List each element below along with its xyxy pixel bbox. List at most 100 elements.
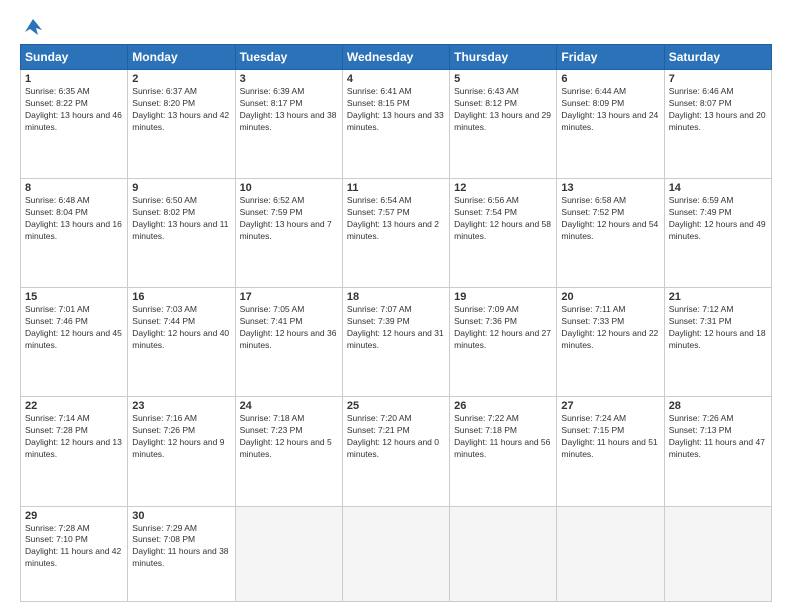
calendar-table: SundayMondayTuesdayWednesdayThursdayFrid…: [20, 44, 772, 602]
day-number: 8: [25, 182, 123, 194]
calendar-cell: 21 Sunrise: 7:12 AMSunset: 7:31 PMDaylig…: [664, 288, 771, 397]
calendar-cell: 1 Sunrise: 6:35 AMSunset: 8:22 PMDayligh…: [21, 70, 128, 179]
day-number: 15: [25, 291, 123, 303]
day-info: Sunrise: 7:09 AMSunset: 7:36 PMDaylight:…: [454, 304, 551, 350]
weekday-header-friday: Friday: [557, 45, 664, 70]
page: SundayMondayTuesdayWednesdayThursdayFrid…: [0, 0, 792, 612]
weekday-header-wednesday: Wednesday: [342, 45, 449, 70]
day-number: 7: [669, 73, 767, 85]
day-info: Sunrise: 6:44 AMSunset: 8:09 PMDaylight:…: [561, 86, 658, 132]
calendar-cell: [450, 506, 557, 602]
weekday-header-saturday: Saturday: [664, 45, 771, 70]
weekday-header-thursday: Thursday: [450, 45, 557, 70]
calendar-cell: 29 Sunrise: 7:28 AMSunset: 7:10 PMDaylig…: [21, 506, 128, 602]
logo-bird-icon: [22, 16, 44, 38]
logo: [20, 16, 44, 38]
calendar-cell: 2 Sunrise: 6:37 AMSunset: 8:20 PMDayligh…: [128, 70, 235, 179]
day-number: 17: [240, 291, 338, 303]
day-info: Sunrise: 6:43 AMSunset: 8:12 PMDaylight:…: [454, 86, 551, 132]
calendar-cell: [342, 506, 449, 602]
calendar-cell: 30 Sunrise: 7:29 AMSunset: 7:08 PMDaylig…: [128, 506, 235, 602]
day-number: 26: [454, 400, 552, 412]
calendar-week-4: 22 Sunrise: 7:14 AMSunset: 7:28 PMDaylig…: [21, 397, 772, 506]
calendar-cell: 18 Sunrise: 7:07 AMSunset: 7:39 PMDaylig…: [342, 288, 449, 397]
day-number: 19: [454, 291, 552, 303]
weekday-header-sunday: Sunday: [21, 45, 128, 70]
day-number: 6: [561, 73, 659, 85]
calendar-cell: 8 Sunrise: 6:48 AMSunset: 8:04 PMDayligh…: [21, 179, 128, 288]
weekday-header-tuesday: Tuesday: [235, 45, 342, 70]
day-info: Sunrise: 7:05 AMSunset: 7:41 PMDaylight:…: [240, 304, 337, 350]
day-info: Sunrise: 6:52 AMSunset: 7:59 PMDaylight:…: [240, 195, 332, 241]
day-info: Sunrise: 7:22 AMSunset: 7:18 PMDaylight:…: [454, 413, 550, 459]
day-info: Sunrise: 7:29 AMSunset: 7:08 PMDaylight:…: [132, 523, 228, 569]
day-info: Sunrise: 6:46 AMSunset: 8:07 PMDaylight:…: [669, 86, 766, 132]
day-number: 27: [561, 400, 659, 412]
calendar-cell: 9 Sunrise: 6:50 AMSunset: 8:02 PMDayligh…: [128, 179, 235, 288]
calendar-cell: 7 Sunrise: 6:46 AMSunset: 8:07 PMDayligh…: [664, 70, 771, 179]
calendar-cell: 25 Sunrise: 7:20 AMSunset: 7:21 PMDaylig…: [342, 397, 449, 506]
day-info: Sunrise: 7:12 AMSunset: 7:31 PMDaylight:…: [669, 304, 766, 350]
day-info: Sunrise: 7:26 AMSunset: 7:13 PMDaylight:…: [669, 413, 765, 459]
calendar-cell: 20 Sunrise: 7:11 AMSunset: 7:33 PMDaylig…: [557, 288, 664, 397]
weekday-header-row: SundayMondayTuesdayWednesdayThursdayFrid…: [21, 45, 772, 70]
day-info: Sunrise: 6:48 AMSunset: 8:04 PMDaylight:…: [25, 195, 122, 241]
calendar-cell: 23 Sunrise: 7:16 AMSunset: 7:26 PMDaylig…: [128, 397, 235, 506]
day-info: Sunrise: 6:35 AMSunset: 8:22 PMDaylight:…: [25, 86, 122, 132]
calendar-cell: 11 Sunrise: 6:54 AMSunset: 7:57 PMDaylig…: [342, 179, 449, 288]
calendar-cell: 16 Sunrise: 7:03 AMSunset: 7:44 PMDaylig…: [128, 288, 235, 397]
calendar-week-3: 15 Sunrise: 7:01 AMSunset: 7:46 PMDaylig…: [21, 288, 772, 397]
day-number: 4: [347, 73, 445, 85]
calendar-cell: 10 Sunrise: 6:52 AMSunset: 7:59 PMDaylig…: [235, 179, 342, 288]
day-number: 13: [561, 182, 659, 194]
calendar-cell: 28 Sunrise: 7:26 AMSunset: 7:13 PMDaylig…: [664, 397, 771, 506]
day-number: 10: [240, 182, 338, 194]
day-number: 5: [454, 73, 552, 85]
calendar-cell: 24 Sunrise: 7:18 AMSunset: 7:23 PMDaylig…: [235, 397, 342, 506]
day-number: 11: [347, 182, 445, 194]
calendar-cell: 17 Sunrise: 7:05 AMSunset: 7:41 PMDaylig…: [235, 288, 342, 397]
calendar-week-1: 1 Sunrise: 6:35 AMSunset: 8:22 PMDayligh…: [21, 70, 772, 179]
header: [20, 16, 772, 38]
day-number: 9: [132, 182, 230, 194]
calendar-cell: 14 Sunrise: 6:59 AMSunset: 7:49 PMDaylig…: [664, 179, 771, 288]
calendar-cell: 6 Sunrise: 6:44 AMSunset: 8:09 PMDayligh…: [557, 70, 664, 179]
calendar-cell: 13 Sunrise: 6:58 AMSunset: 7:52 PMDaylig…: [557, 179, 664, 288]
day-number: 18: [347, 291, 445, 303]
calendar-cell: 22 Sunrise: 7:14 AMSunset: 7:28 PMDaylig…: [21, 397, 128, 506]
day-info: Sunrise: 6:50 AMSunset: 8:02 PMDaylight:…: [132, 195, 228, 241]
day-number: 21: [669, 291, 767, 303]
calendar-cell: 12 Sunrise: 6:56 AMSunset: 7:54 PMDaylig…: [450, 179, 557, 288]
day-info: Sunrise: 7:01 AMSunset: 7:46 PMDaylight:…: [25, 304, 122, 350]
calendar-cell: [664, 506, 771, 602]
day-number: 30: [132, 510, 230, 522]
calendar-week-5: 29 Sunrise: 7:28 AMSunset: 7:10 PMDaylig…: [21, 506, 772, 602]
day-number: 28: [669, 400, 767, 412]
calendar-cell: [235, 506, 342, 602]
calendar-body: 1 Sunrise: 6:35 AMSunset: 8:22 PMDayligh…: [21, 70, 772, 602]
calendar-cell: 5 Sunrise: 6:43 AMSunset: 8:12 PMDayligh…: [450, 70, 557, 179]
day-info: Sunrise: 7:28 AMSunset: 7:10 PMDaylight:…: [25, 523, 121, 569]
day-info: Sunrise: 6:39 AMSunset: 8:17 PMDaylight:…: [240, 86, 337, 132]
calendar-cell: 26 Sunrise: 7:22 AMSunset: 7:18 PMDaylig…: [450, 397, 557, 506]
day-info: Sunrise: 7:14 AMSunset: 7:28 PMDaylight:…: [25, 413, 122, 459]
day-number: 23: [132, 400, 230, 412]
day-info: Sunrise: 6:56 AMSunset: 7:54 PMDaylight:…: [454, 195, 551, 241]
day-number: 14: [669, 182, 767, 194]
day-number: 25: [347, 400, 445, 412]
day-number: 12: [454, 182, 552, 194]
day-number: 20: [561, 291, 659, 303]
day-info: Sunrise: 6:41 AMSunset: 8:15 PMDaylight:…: [347, 86, 444, 132]
calendar-cell: 27 Sunrise: 7:24 AMSunset: 7:15 PMDaylig…: [557, 397, 664, 506]
day-info: Sunrise: 6:59 AMSunset: 7:49 PMDaylight:…: [669, 195, 766, 241]
day-number: 22: [25, 400, 123, 412]
calendar-cell: 15 Sunrise: 7:01 AMSunset: 7:46 PMDaylig…: [21, 288, 128, 397]
day-info: Sunrise: 7:18 AMSunset: 7:23 PMDaylight:…: [240, 413, 332, 459]
day-info: Sunrise: 6:54 AMSunset: 7:57 PMDaylight:…: [347, 195, 439, 241]
day-info: Sunrise: 7:24 AMSunset: 7:15 PMDaylight:…: [561, 413, 657, 459]
day-number: 1: [25, 73, 123, 85]
day-info: Sunrise: 6:37 AMSunset: 8:20 PMDaylight:…: [132, 86, 229, 132]
weekday-header-monday: Monday: [128, 45, 235, 70]
day-info: Sunrise: 7:11 AMSunset: 7:33 PMDaylight:…: [561, 304, 658, 350]
day-info: Sunrise: 7:20 AMSunset: 7:21 PMDaylight:…: [347, 413, 439, 459]
